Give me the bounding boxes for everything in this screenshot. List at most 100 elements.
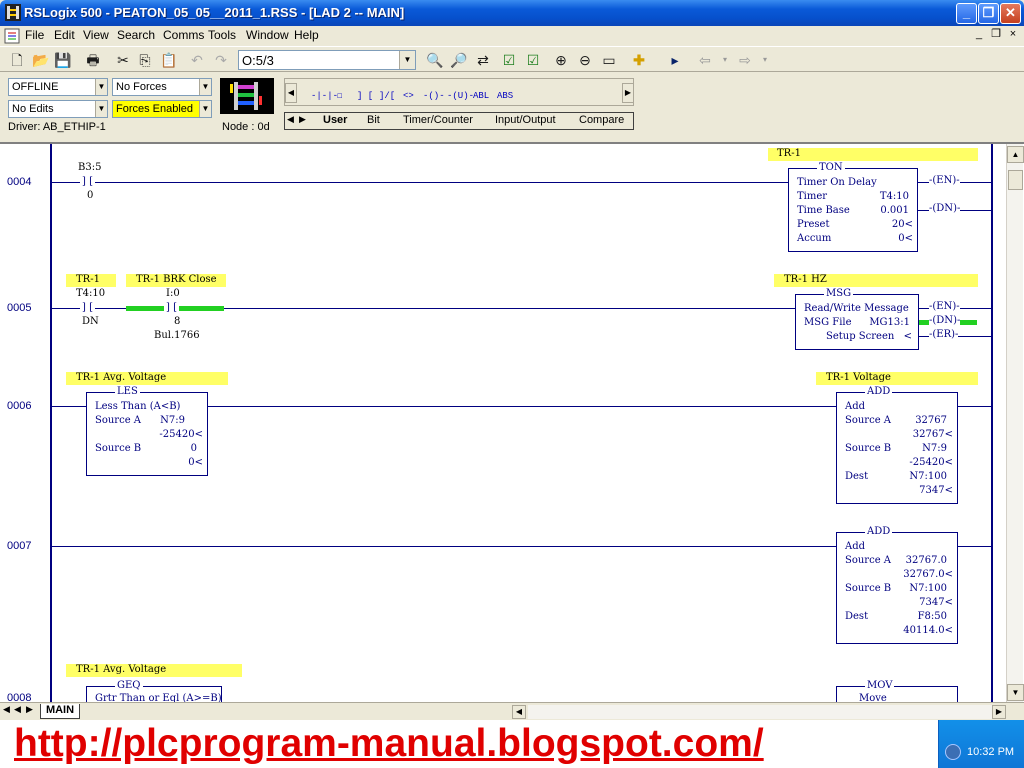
en-coil[interactable]: -(EN)- [929, 175, 960, 186]
rung-number[interactable]: 0005 [7, 302, 31, 314]
chevron-down-icon[interactable]: ▼ [95, 101, 107, 117]
branch-symbol[interactable]: ☐ [337, 91, 342, 101]
new-file-icon[interactable]: 🗋 [8, 51, 26, 69]
open-folder-icon[interactable]: 📂 [32, 51, 50, 69]
xio-symbol[interactable]: ]/[ [379, 91, 395, 101]
abl-symbol[interactable]: ABL [473, 91, 489, 101]
forces-combo[interactable]: No Forces ▼ [112, 78, 212, 96]
dn-coil[interactable]: -(DN)- [929, 203, 961, 214]
mdi-close-button[interactable]: × [1006, 28, 1020, 42]
rung-number[interactable]: 0007 [7, 540, 31, 552]
hscroll-left-icon[interactable]: ◀ [512, 705, 526, 719]
menu-tools[interactable]: Tools [208, 28, 236, 42]
copy-icon[interactable]: ⎘ [136, 51, 154, 69]
speaker-icon[interactable] [945, 744, 961, 760]
tab-timer-counter[interactable]: Timer/Counter [403, 114, 473, 126]
tab-next-icon[interactable]: ▶ [26, 704, 33, 715]
save-icon[interactable]: 💾 [54, 51, 72, 69]
tab-right-arrow-icon[interactable]: ▶ [299, 114, 306, 125]
tab-first-icon[interactable]: ◀ [3, 704, 10, 715]
edits-combo[interactable]: No Edits ▼ [8, 100, 108, 118]
menu-view[interactable]: View [83, 28, 109, 42]
ton-block[interactable]: TON Timer On Delay Timer T4:10 Time Base… [788, 162, 918, 252]
tab-compare[interactable]: Compare [579, 114, 624, 126]
menu-edit[interactable]: Edit [54, 28, 75, 42]
find-next-icon[interactable]: 🔎 [450, 51, 468, 69]
xic-contact[interactable]: ] [ [164, 302, 179, 313]
en-coil[interactable]: -(EN)- [929, 301, 960, 312]
xic-symbol[interactable]: ] [ [357, 91, 373, 101]
xic-contact[interactable]: ] [ [80, 176, 95, 187]
les-block[interactable]: LES Less Than (A<B) Source A N7:9 -25420… [86, 386, 208, 476]
hscroll-right-icon[interactable]: ▶ [992, 705, 1006, 719]
tab-user[interactable]: User [323, 114, 347, 126]
rslogix-app-icon[interactable] [5, 4, 21, 21]
abs-symbol[interactable]: ABS [497, 91, 513, 101]
xic-contact[interactable]: ] [ [80, 302, 95, 313]
rung-number[interactable]: 0004 [7, 176, 31, 188]
mdi-restore-button[interactable]: ❐ [989, 28, 1003, 42]
rung-symbol[interactable]: -|-|- [311, 91, 338, 101]
menu-search[interactable]: Search [117, 28, 155, 42]
tab-left-arrow-icon[interactable]: ◀ [287, 114, 294, 125]
cut-icon[interactable]: ✂ [114, 51, 132, 69]
vertical-scrollbar[interactable]: ▲ ▼ [1006, 144, 1024, 704]
menu-help[interactable]: Help [294, 28, 319, 42]
tab-prev-icon[interactable]: ◀ [14, 704, 21, 715]
tab-input-output[interactable]: Input/Output [495, 114, 556, 126]
msg-block[interactable]: MSG Read/Write Message MSG File MG13:1 S… [795, 288, 919, 350]
title-bar[interactable]: RSLogix 500 - PEATON_05_05__2011_1.RSS -… [0, 0, 1024, 26]
address-combo[interactable]: O:5/3 ▼ [238, 50, 416, 70]
menu-window[interactable]: Window [246, 28, 289, 42]
clock[interactable]: 10:32 PM [967, 746, 1014, 758]
chevron-down-icon[interactable]: ▼ [199, 79, 211, 95]
chevron-down-icon[interactable]: ▼ [199, 101, 211, 117]
verify-project-icon[interactable]: ☑ [524, 51, 542, 69]
back-dropdown-icon[interactable]: ▾ [716, 51, 734, 69]
forward-dropdown-icon[interactable]: ▾ [756, 51, 774, 69]
forces-enabled-combo[interactable]: Forces Enabled ▼ [112, 100, 212, 118]
tab-bit[interactable]: Bit [367, 114, 380, 126]
palette-left-arrow-icon[interactable]: ◀ [285, 83, 297, 103]
dn-coil[interactable]: -(DN)- [929, 315, 961, 326]
back-arrow-icon[interactable]: ⇦ [696, 51, 714, 69]
chevron-down-icon[interactable]: ▼ [95, 79, 107, 95]
replace-icon[interactable]: ⇄ [474, 51, 492, 69]
paste-icon[interactable]: 📋 [160, 51, 178, 69]
restore-button[interactable]: ❐ [978, 3, 999, 24]
otu-symbol[interactable]: -(U)- [447, 91, 474, 101]
mode-combo[interactable]: OFFLINE ▼ [8, 78, 108, 96]
tab-main[interactable]: MAIN [40, 704, 80, 719]
minimize-button[interactable]: _ [956, 3, 977, 24]
play-icon[interactable]: ▸ [666, 51, 684, 69]
zoom-out-icon[interactable]: ⊖ [576, 51, 594, 69]
chevron-down-icon[interactable]: ▼ [399, 51, 415, 69]
menu-comms[interactable]: Comms [163, 28, 204, 42]
forward-arrow-icon[interactable]: ⇨ [736, 51, 754, 69]
add-block[interactable]: ADD Add Source A 32767 32767< Source B N… [836, 386, 958, 504]
print-icon[interactable]: 🖶 [84, 51, 102, 69]
redo-icon[interactable]: ↷ [212, 51, 230, 69]
scroll-thumb[interactable] [1008, 170, 1023, 190]
blog-url[interactable]: http://plcprogram-manual.blogspot.com/ [14, 722, 764, 766]
palette-right-arrow-icon[interactable]: ▶ [622, 83, 634, 103]
otl-symbol[interactable]: -()- [423, 91, 445, 101]
verify-file-icon[interactable]: ☑ [500, 51, 518, 69]
zoom-in-icon[interactable]: ⊕ [552, 51, 570, 69]
horizontal-scrollbar[interactable] [528, 705, 992, 719]
ladder-editor[interactable]: 0004 B3:5 ] [ 0 TR-1 TON Timer On Delay … [0, 142, 1024, 706]
er-coil[interactable]: -(ER)- [929, 329, 959, 340]
scroll-up-icon[interactable]: ▲ [1007, 146, 1024, 163]
add-block[interactable]: ADD Add Source A 32767.0 32767.0< Source… [836, 526, 958, 644]
close-button[interactable]: ✕ [1000, 3, 1021, 24]
menu-file[interactable]: File [25, 28, 44, 42]
window-icon[interactable]: ▭ [600, 51, 618, 69]
undo-icon[interactable]: ↶ [188, 51, 206, 69]
scroll-down-icon[interactable]: ▼ [1007, 684, 1024, 701]
find-icon[interactable]: 🔍 [426, 51, 444, 69]
document-icon[interactable] [4, 28, 20, 44]
mdi-minimize-button[interactable]: _ [972, 28, 986, 42]
ote-symbol[interactable]: <> [403, 91, 414, 101]
rung-number[interactable]: 0006 [7, 400, 31, 412]
add-rung-icon[interactable]: ✚ [630, 51, 648, 69]
